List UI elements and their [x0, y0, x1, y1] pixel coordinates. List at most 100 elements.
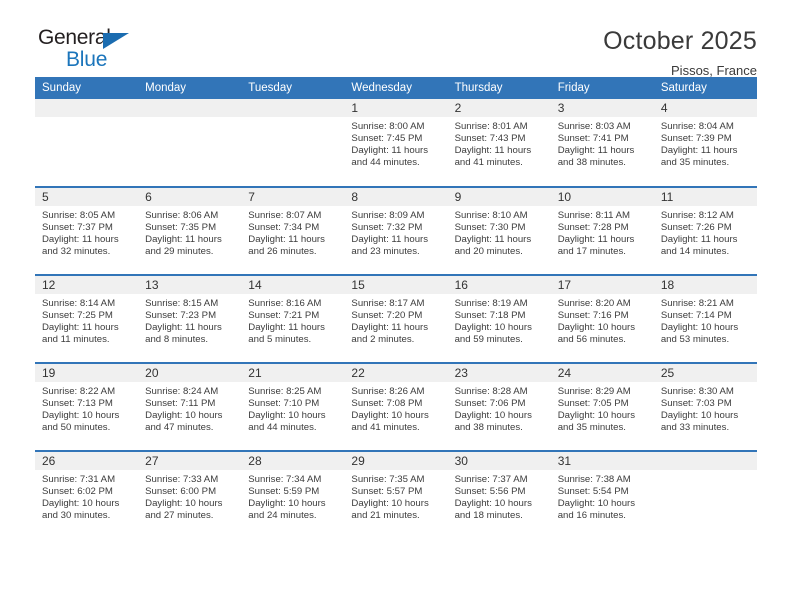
- daylight-duration-line1: Daylight: 11 hours: [351, 321, 429, 333]
- sunset-time: Sunset: 7:06 PM: [454, 397, 526, 409]
- day-cell-inner: 11 Sunrise: 8:12 AM Sunset: 7:26 PM Dayligh…: [653, 188, 757, 274]
- calendar-day-cell[interactable]: 23 Sunrise: 8:28 AM Sunset: 7:06 PM Dayligh…: [447, 362, 551, 451]
- calendar-day-cell[interactable]: 25 Sunrise: 8:30 AM Sunset: 7:03 PM Dayligh…: [653, 362, 757, 451]
- calendar-day-cell[interactable]: 31 Sunrise: 7:38 AM Sunset: 5:54 PM Dayligh…: [550, 450, 654, 539]
- day-sun-info: Sunrise: 8:20 AM Sunset: 7:16 PM Daylight:…: [551, 294, 654, 346]
- weekday-header-wednesday: Wednesday: [344, 77, 448, 99]
- day-cell-inner: 28 Sunrise: 7:34 AM Sunset: 5:59 PM Dayligh…: [241, 452, 345, 539]
- sunset-time: Sunset: 7:39 PM: [660, 132, 732, 144]
- calendar-day-cell[interactable]: 8 Sunrise: 8:09 AM Sunset: 7:32 PM Daylight…: [344, 186, 448, 275]
- daylight-duration-line1: Daylight: 10 hours: [454, 497, 532, 509]
- day-cell-inner: 20 Sunrise: 8:24 AM Sunset: 7:11 PM Dayligh…: [138, 364, 242, 450]
- sunrise-time: Sunrise: 7:38 AM: [557, 474, 631, 485]
- calendar-day-cell[interactable]: 18 Sunrise: 8:21 AM Sunset: 7:14 PM Dayligh…: [653, 274, 757, 363]
- calendar-day-cell[interactable]: 5 Sunrise: 8:05 AM Sunset: 7:37 PM Daylight…: [35, 186, 139, 275]
- daylight-duration-line1: Daylight: 11 hours: [42, 233, 119, 245]
- daylight-duration-line1: Daylight: 10 hours: [145, 409, 223, 421]
- day-sun-info: Sunrise: 7:31 AM Sunset: 6:02 PM Daylight:…: [35, 470, 138, 522]
- calendar-day-cell-empty: [241, 99, 345, 187]
- calendar-day-cell[interactable]: 29 Sunrise: 7:35 AM Sunset: 5:57 PM Dayligh…: [344, 450, 448, 539]
- day-sun-info: Sunrise: 8:06 AM Sunset: 7:35 PM Daylight:…: [138, 206, 241, 258]
- daylight-duration-line2: and 27 minutes.: [145, 509, 214, 521]
- sunrise-time: Sunrise: 8:22 AM: [42, 386, 116, 397]
- day-cell-inner: 13 Sunrise: 8:15 AM Sunset: 7:23 PM Dayligh…: [138, 276, 242, 362]
- day-number: 25: [653, 364, 757, 382]
- day-sun-info: Sunrise: 8:15 AM Sunset: 7:23 PM Daylight:…: [138, 294, 241, 346]
- day-number: 14: [241, 276, 345, 294]
- daylight-duration-line1: Daylight: 11 hours: [42, 321, 119, 333]
- calendar-day-cell[interactable]: 11 Sunrise: 8:12 AM Sunset: 7:26 PM Dayligh…: [653, 186, 757, 275]
- calendar-day-cell[interactable]: 6 Sunrise: 8:06 AM Sunset: 7:35 PM Daylight…: [138, 186, 242, 275]
- sunrise-time: Sunrise: 8:16 AM: [248, 298, 322, 309]
- day-cell-inner: 21 Sunrise: 8:25 AM Sunset: 7:10 PM Dayligh…: [241, 364, 345, 450]
- calendar-day-cell[interactable]: 10 Sunrise: 8:11 AM Sunset: 7:28 PM Dayligh…: [550, 186, 654, 275]
- sunrise-time: Sunrise: 8:24 AM: [145, 386, 219, 397]
- calendar-day-cell[interactable]: 14 Sunrise: 8:16 AM Sunset: 7:21 PM Dayligh…: [241, 274, 345, 363]
- calendar-day-cell[interactable]: 24 Sunrise: 8:29 AM Sunset: 7:05 PM Dayligh…: [550, 362, 654, 451]
- day-number: 17: [550, 276, 654, 294]
- sunrise-sunset-calendar: Sunday Monday Tuesday Wednesday Thursday…: [35, 77, 757, 539]
- calendar-day-cell[interactable]: 19 Sunrise: 8:22 AM Sunset: 7:13 PM Dayligh…: [35, 362, 139, 451]
- sunset-time: Sunset: 5:56 PM: [454, 485, 526, 497]
- calendar-day-cell[interactable]: 2 Sunrise: 8:01 AM Sunset: 7:43 PM Daylight…: [447, 99, 551, 187]
- daylight-duration-line2: and 50 minutes.: [42, 421, 111, 433]
- calendar-day-cell[interactable]: 27 Sunrise: 7:33 AM Sunset: 6:00 PM Dayligh…: [138, 450, 242, 539]
- calendar-day-cell[interactable]: 9 Sunrise: 8:10 AM Sunset: 7:30 PM Daylight…: [447, 186, 551, 275]
- sunrise-time: Sunrise: 8:03 AM: [557, 121, 631, 132]
- day-sun-info: Sunrise: 8:09 AM Sunset: 7:32 PM Daylight:…: [344, 206, 447, 258]
- day-sun-info: Sunrise: 8:28 AM Sunset: 7:06 PM Daylight:…: [448, 382, 551, 434]
- day-cell-inner: [138, 99, 242, 186]
- sunset-time: Sunset: 7:08 PM: [351, 397, 423, 409]
- weekday-header-monday: Monday: [138, 77, 242, 99]
- calendar-day-cell[interactable]: 16 Sunrise: 8:19 AM Sunset: 7:18 PM Dayligh…: [447, 274, 551, 363]
- day-sun-info: Sunrise: 8:14 AM Sunset: 7:25 PM Daylight:…: [35, 294, 138, 346]
- calendar-body: 1 Sunrise: 8:00 AM Sunset: 7:45 PM Daylight…: [35, 99, 757, 539]
- calendar-day-cell[interactable]: 15 Sunrise: 8:17 AM Sunset: 7:20 PM Dayligh…: [344, 274, 448, 363]
- calendar-day-cell[interactable]: 26 Sunrise: 7:31 AM Sunset: 6:02 PM Dayligh…: [35, 450, 139, 539]
- sunset-time: Sunset: 7:03 PM: [660, 397, 732, 409]
- daylight-duration-line2: and 20 minutes.: [454, 245, 523, 257]
- sunset-time: Sunset: 7:14 PM: [660, 309, 732, 321]
- day-sun-info: Sunrise: 8:29 AM Sunset: 7:05 PM Daylight:…: [551, 382, 654, 434]
- sunrise-time: Sunrise: 8:07 AM: [248, 210, 322, 221]
- calendar-day-cell[interactable]: 30 Sunrise: 7:37 AM Sunset: 5:56 PM Dayligh…: [447, 450, 551, 539]
- day-cell-inner: 14 Sunrise: 8:16 AM Sunset: 7:21 PM Dayligh…: [241, 276, 345, 362]
- day-number: 27: [138, 452, 242, 470]
- sunrise-time: Sunrise: 8:00 AM: [351, 121, 425, 132]
- calendar-day-cell[interactable]: 12 Sunrise: 8:14 AM Sunset: 7:25 PM Dayligh…: [35, 274, 139, 363]
- calendar-day-cell[interactable]: 1 Sunrise: 8:00 AM Sunset: 7:45 PM Daylight…: [344, 99, 448, 187]
- sunrise-time: Sunrise: 8:25 AM: [248, 386, 322, 397]
- daylight-duration-line1: Daylight: 11 hours: [454, 233, 532, 245]
- calendar-day-cell[interactable]: 3 Sunrise: 8:03 AM Sunset: 7:41 PM Daylight…: [550, 99, 654, 187]
- day-cell-inner: 1 Sunrise: 8:00 AM Sunset: 7:45 PM Daylight…: [344, 99, 448, 186]
- day-number: [241, 99, 345, 117]
- day-sun-info: Sunrise: 7:35 AM Sunset: 5:57 PM Daylight:…: [344, 470, 447, 522]
- day-cell-inner: 8 Sunrise: 8:09 AM Sunset: 7:32 PM Daylight…: [344, 188, 448, 274]
- general-blue-logo[interactable]: General Blue: [35, 26, 158, 72]
- calendar-day-cell[interactable]: 28 Sunrise: 7:34 AM Sunset: 5:59 PM Dayligh…: [241, 450, 345, 539]
- daylight-duration-line2: and 33 minutes.: [660, 421, 730, 433]
- day-number: 28: [241, 452, 345, 470]
- day-number: 30: [447, 452, 551, 470]
- daylight-duration-line1: Daylight: 11 hours: [145, 233, 222, 245]
- sunset-time: Sunset: 7:45 PM: [351, 132, 423, 144]
- day-cell-inner: 16 Sunrise: 8:19 AM Sunset: 7:18 PM Dayligh…: [447, 276, 551, 362]
- day-sun-info: Sunrise: 8:17 AM Sunset: 7:20 PM Daylight:…: [344, 294, 447, 346]
- daylight-duration-line2: and 32 minutes.: [42, 245, 111, 257]
- calendar-week-row: 1 Sunrise: 8:00 AM Sunset: 7:45 PM Daylight…: [35, 99, 757, 187]
- sunset-time: Sunset: 7:35 PM: [145, 221, 217, 233]
- calendar-day-cell[interactable]: 4 Sunrise: 8:04 AM Sunset: 7:39 PM Daylight…: [653, 99, 757, 187]
- calendar-day-cell[interactable]: 20 Sunrise: 8:24 AM Sunset: 7:11 PM Dayligh…: [138, 362, 242, 451]
- day-sun-info: Sunrise: 8:30 AM Sunset: 7:03 PM Daylight:…: [654, 382, 757, 434]
- day-sun-info: Sunrise: 7:38 AM Sunset: 5:54 PM Daylight:…: [551, 470, 654, 522]
- calendar-day-cell[interactable]: 7 Sunrise: 8:07 AM Sunset: 7:34 PM Daylight…: [241, 186, 345, 275]
- calendar-day-cell[interactable]: 17 Sunrise: 8:20 AM Sunset: 7:16 PM Dayligh…: [550, 274, 654, 363]
- day-number: 1: [344, 99, 448, 117]
- day-sun-info: Sunrise: 8:21 AM Sunset: 7:14 PM Daylight:…: [654, 294, 757, 346]
- daylight-duration-line2: and 26 minutes.: [248, 245, 317, 257]
- day-sun-info: Sunrise: 8:10 AM Sunset: 7:30 PM Daylight:…: [448, 206, 551, 258]
- calendar-day-cell[interactable]: 22 Sunrise: 8:26 AM Sunset: 7:08 PM Dayligh…: [344, 362, 448, 451]
- page-header: General Blue October 2025 Pissos, France: [35, 0, 757, 78]
- calendar-day-cell[interactable]: 13 Sunrise: 8:15 AM Sunset: 7:23 PM Dayligh…: [138, 274, 242, 363]
- calendar-day-cell[interactable]: 21 Sunrise: 8:25 AM Sunset: 7:10 PM Dayligh…: [241, 362, 345, 451]
